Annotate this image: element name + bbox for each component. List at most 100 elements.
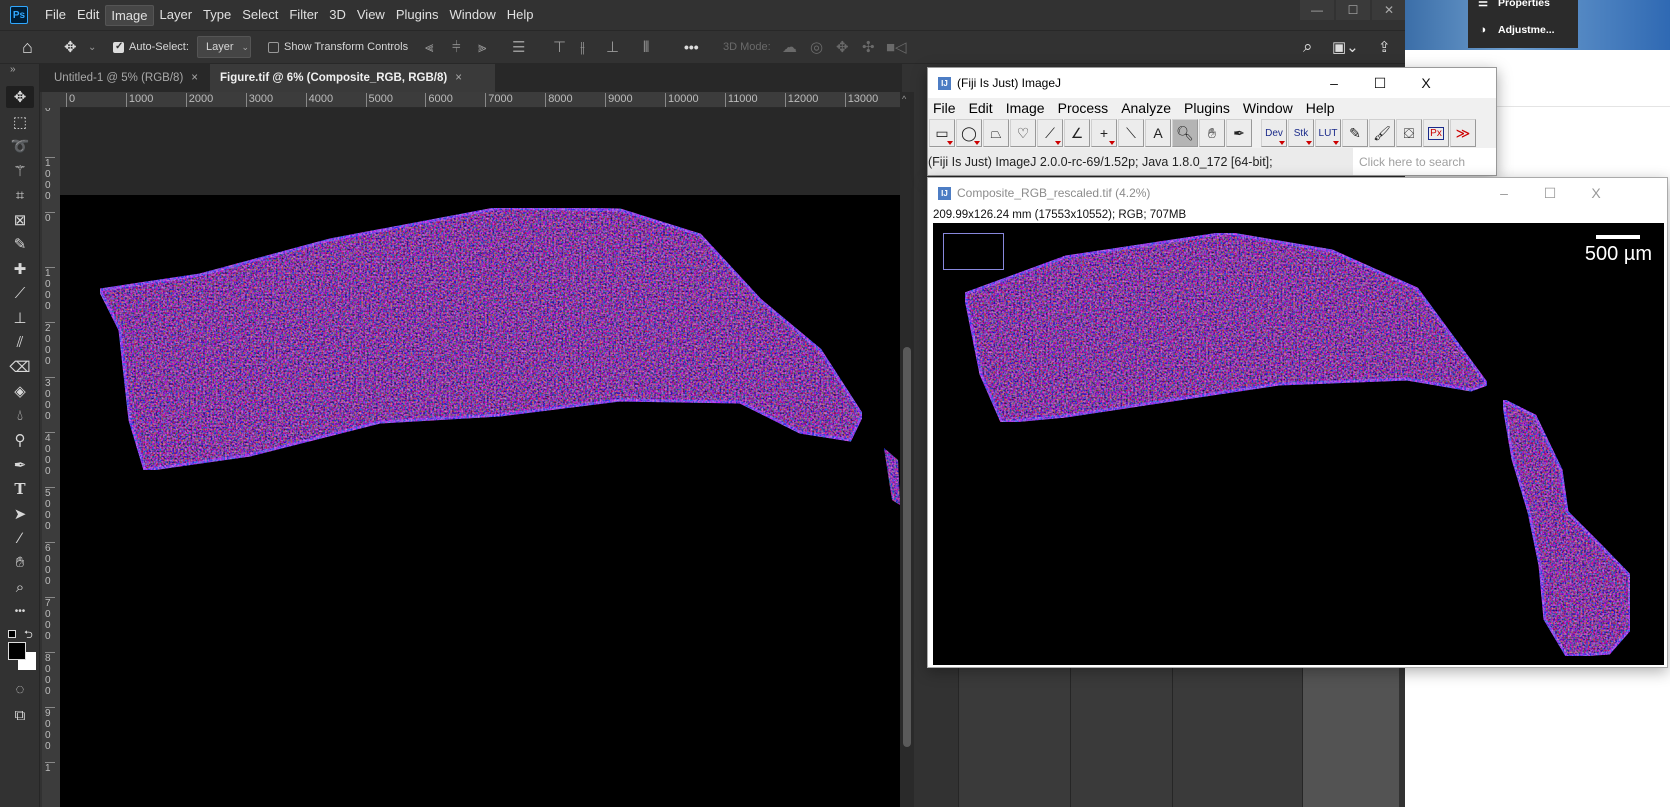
ps-maximize-button[interactable]: ☐ [1336,0,1370,20]
ij-menu-analyze[interactable]: Analyze [1121,100,1171,116]
more-tools-tool-icon[interactable]: ••• [6,601,34,623]
color-picker-tool-icon[interactable]: ✒ [1226,119,1252,147]
text-tool-icon[interactable]: A [1145,119,1171,147]
move-tool-icon[interactable]: ✥ [64,31,77,63]
line-tool-icon[interactable]: ⟋ [1037,119,1063,147]
ij-menu-window[interactable]: Window [1243,100,1293,116]
distribute-vertical-icon[interactable]: ⫴ [643,31,649,63]
angle-tool-icon[interactable]: ∠ [1064,119,1090,147]
navigation-overview-box[interactable] [943,233,1004,270]
pixel-inspector-tool-icon[interactable]: Px [1423,119,1449,147]
lasso-tool-icon[interactable]: ➰ [6,135,34,157]
close-tab-icon[interactable]: × [455,72,462,84]
lut-tool-icon[interactable]: LUT [1315,119,1341,147]
menu-layer[interactable]: Layer [155,5,198,26]
menu-filter[interactable]: Filter [284,5,323,26]
zoom-tool-icon[interactable]: ⌕ [6,576,34,598]
tab-untitled-1[interactable]: Untitled-1 @ 5% (RGB/8) × [44,64,208,92]
menu-edit[interactable]: Edit [72,5,104,26]
pencil-tool-icon[interactable]: ✎ [1342,119,1368,147]
image-canvas[interactable]: 500 µm [933,223,1664,665]
vertical-scrollbar[interactable]: ^ [900,92,914,807]
menu-help[interactable]: Help [502,5,539,26]
pen-tool-icon[interactable]: ✒ [6,454,34,476]
close-tab-icon[interactable]: × [191,72,198,84]
ij-menu-file[interactable]: File [933,100,956,116]
default-colors-icon[interactable] [8,630,16,638]
wand-tool-icon[interactable]: ⟍ [1118,119,1144,147]
align-right-icon[interactable]: ⫸ [478,31,486,63]
dev-tool-icon[interactable]: Dev [1261,119,1287,147]
menu-plugins[interactable]: Plugins [391,5,444,26]
oval-tool-icon[interactable]: ◯ [956,119,982,147]
image-maximize-button[interactable]: ☐ [1527,178,1573,208]
share-icon[interactable]: ⇪ [1378,31,1391,63]
ij-menu-image[interactable]: Image [1006,100,1045,116]
image-close-button[interactable]: X [1573,178,1619,208]
paint-bucket-tool-icon[interactable]: ◈ [6,380,34,402]
scroll-up-arrow-icon[interactable]: ^ [902,94,906,104]
align-center-icon[interactable]: ⫩ [452,31,461,63]
menu-image[interactable]: Image [105,4,154,26]
frame-tool-icon[interactable]: ⊠ [6,209,34,231]
magic-wand-tool-icon[interactable]: ⚚ [6,160,34,182]
point-tool-icon[interactable]: + [1091,119,1117,147]
image-minimize-button[interactable]: – [1481,178,1527,208]
ruler-origin[interactable] [42,92,60,108]
hand-tool-icon[interactable]: ✋︎ [6,552,34,574]
screen-mode-icon[interactable]: ⧉ [6,704,34,726]
ps-minimize-button[interactable]: — [1300,0,1334,20]
ij-menu-help[interactable]: Help [1306,100,1335,116]
flood-fill-tool-icon[interactable]: ⛋ [1396,119,1422,147]
rectangle-tool-icon[interactable]: ▭ [929,119,955,147]
history-brush-tool-icon[interactable]: ⫽ [6,331,34,353]
distribute-icon[interactable]: ☰ [512,31,525,63]
menu-view[interactable]: View [352,5,390,26]
imagej-maximize-button[interactable]: ☐ [1357,68,1403,98]
ij-menu-edit[interactable]: Edit [969,100,993,116]
tab-figure-tif[interactable]: Figure.tif @ 6% (Composite_RGB, RGB/8) × [210,64,495,92]
healing-brush-tool-icon[interactable]: ✚ [6,258,34,280]
auto-select-checkbox[interactable]: Auto-Select: [113,31,189,63]
more-tool-icon[interactable]: ≫ [1450,119,1476,147]
workspace-icon[interactable]: ▣⌄ [1332,31,1359,63]
search-input[interactable]: Click here to search [1353,148,1496,175]
scrollbar-thumb[interactable] [903,347,911,747]
crop-tool-icon[interactable]: ⌗ [6,184,34,206]
ps-close-button[interactable]: ✕ [1372,0,1406,20]
hand-tool-icon[interactable]: ✋︎ [1199,119,1225,147]
show-transform-controls-checkbox[interactable]: Show Transform Controls [268,31,408,63]
adjustments-panel-item[interactable]: ◑ Adjustme... [1476,24,1555,36]
align-middle-icon[interactable]: ⫲ [580,31,585,63]
polygon-tool-icon[interactable]: ⏢ [983,119,1009,147]
menu-window[interactable]: Window [444,5,500,26]
chevron-down-icon[interactable]: ⌄ [88,31,96,63]
dodge-tool-icon[interactable]: ⚲ [6,429,34,451]
eraser-tool-icon[interactable]: ⌫ [6,356,34,378]
menu-3d[interactable]: 3D [324,5,351,26]
path-selection-tool-icon[interactable]: ➤ [6,503,34,525]
search-icon[interactable]: ⌕ [1303,31,1313,63]
foreground-color-swatch[interactable] [8,642,26,660]
eyedropper-tool-icon[interactable]: ✎ [6,233,34,255]
move-tool-icon[interactable]: ✥ [6,86,34,108]
align-top-icon[interactable]: ⊤ [553,31,566,63]
layer-dropdown[interactable]: Layer ⌄ [197,36,251,58]
brush-tool-icon[interactable]: 🖌︎ [1369,119,1395,147]
collapse-panel-button[interactable]: » [10,64,16,75]
clone-stamp-tool-icon[interactable]: ⊥ [6,307,34,329]
blur-tool-icon[interactable]: 💧︎ [6,405,34,427]
align-left-icon[interactable]: ⫷ [425,31,433,63]
align-bottom-icon[interactable]: ⊥ [606,31,619,63]
line-tool-icon[interactable]: ∕ [6,527,34,549]
ij-menu-plugins[interactable]: Plugins [1184,100,1230,116]
vertical-ruler[interactable]: 0 1000 0 1000 2000 3000 4000 5000 6000 7000 8000 90… [42,108,60,807]
menu-file[interactable]: File [40,5,71,26]
ps-document-canvas[interactable] [60,108,900,807]
imagej-minimize-button[interactable]: – [1311,68,1357,98]
properties-panel-item[interactable]: ⚌ Properties [1476,0,1550,9]
home-icon[interactable]: ⌂ [22,31,33,63]
rectangular-marquee-tool-icon[interactable]: ⬚ [6,111,34,133]
imagej-close-button[interactable]: X [1403,68,1449,98]
menu-type[interactable]: Type [198,5,236,26]
